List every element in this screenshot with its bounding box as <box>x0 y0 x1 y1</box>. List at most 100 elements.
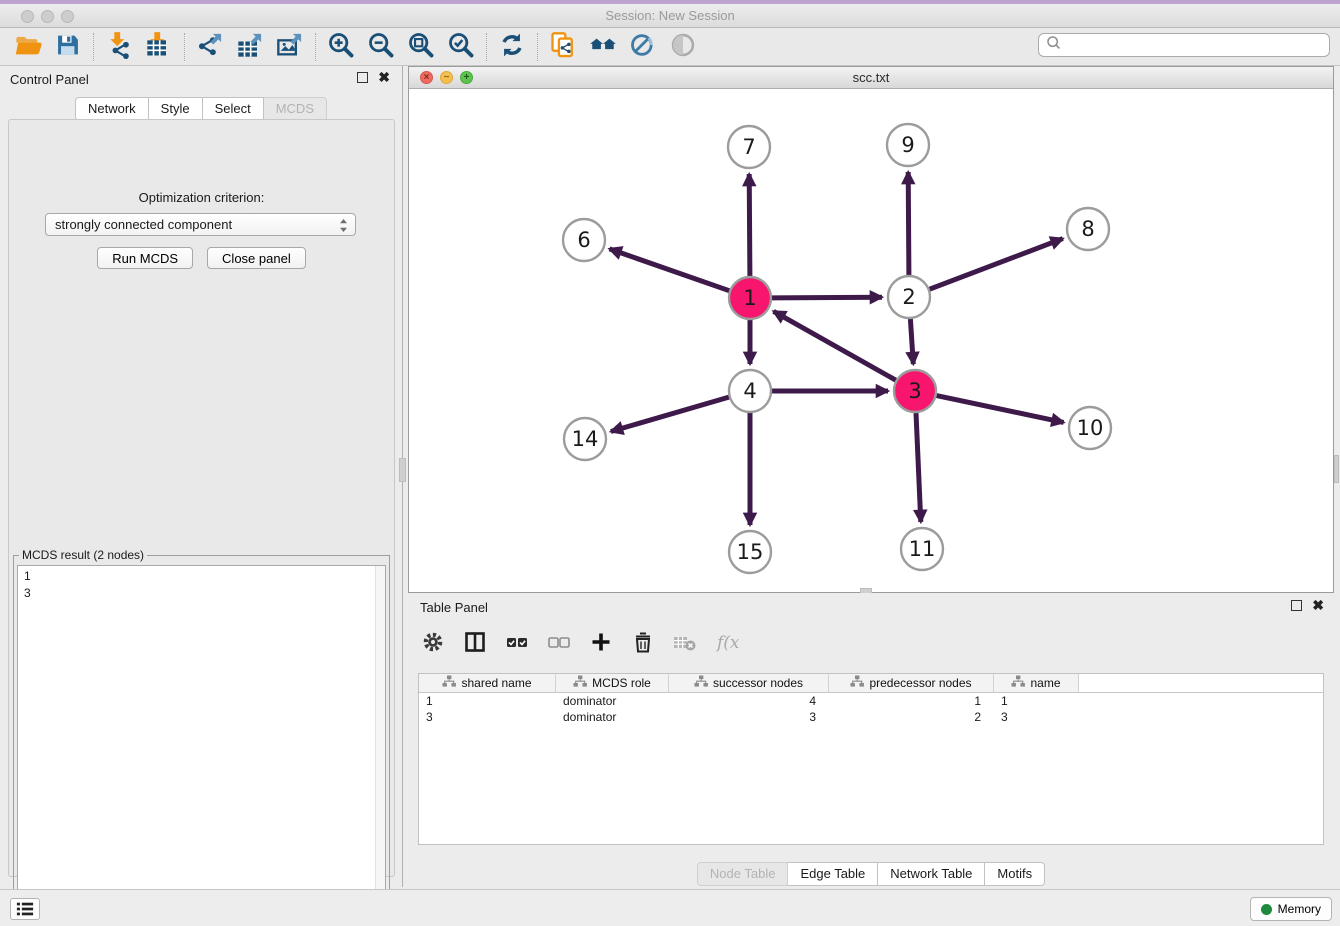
close-table-panel-icon[interactable]: ✖ <box>1312 600 1324 611</box>
tab-motifs[interactable]: Motifs <box>985 862 1045 886</box>
edge-1-7[interactable] <box>749 174 750 276</box>
tab-network-table[interactable]: Network Table <box>878 862 985 886</box>
mcds-result-text[interactable]: 1 3 <box>17 565 386 922</box>
tab-mcds[interactable]: MCDS <box>264 97 327 121</box>
select-all-button[interactable] <box>502 628 532 658</box>
result-scrollbar[interactable] <box>375 566 385 921</box>
node-4[interactable]: 4 <box>729 370 771 412</box>
node-2[interactable]: 2 <box>888 276 930 318</box>
duplicate-network-button[interactable] <box>543 31 583 63</box>
tab-style[interactable]: Style <box>149 97 203 121</box>
edge-2-8[interactable] <box>930 239 1063 290</box>
tab-edge-table[interactable]: Edge Table <box>788 862 878 886</box>
duplicate-network-icon <box>549 31 577 62</box>
zoom-out-button[interactable] <box>361 31 401 63</box>
run-mcds-button[interactable]: Run MCDS <box>97 247 193 269</box>
table-panel: Table Panel ✖ f(x) shared nameMCDS roles… <box>408 593 1334 887</box>
close-panel-icon[interactable]: ✖ <box>378 72 390 83</box>
right-splitter-handle[interactable] <box>1334 455 1339 483</box>
function-builder-disabled-button: f(x) <box>712 628 742 658</box>
node-7[interactable]: 7 <box>728 126 770 168</box>
eye-disabled-button[interactable] <box>663 31 703 63</box>
zoom-selected-button[interactable] <box>441 31 481 63</box>
column-header-name[interactable]: name <box>994 674 1079 692</box>
float-table-panel-icon[interactable] <box>1291 600 1302 611</box>
export-table-button[interactable] <box>230 31 270 63</box>
column-header-predecessor-nodes[interactable]: predecessor nodes <box>829 674 994 692</box>
node-15[interactable]: 15 <box>729 531 771 573</box>
svg-text:3: 3 <box>908 379 921 403</box>
cell-name[interactable]: 1 <box>994 693 1079 709</box>
cell-MCDS-role[interactable]: dominator <box>556 693 669 709</box>
network-view-window[interactable]: × − + scc.txt 7 9 6 8 1 2 4 3 14 10 15 11 <box>408 66 1334 593</box>
cell-MCDS-role[interactable]: dominator <box>556 709 669 725</box>
node-11[interactable]: 11 <box>901 528 943 570</box>
network-canvas[interactable]: 7 9 6 8 1 2 4 3 14 10 15 11 <box>409 89 1333 592</box>
save-session-button[interactable] <box>48 31 88 63</box>
node-table[interactable]: shared nameMCDS rolesuccessor nodesprede… <box>418 673 1324 845</box>
tab-network[interactable]: Network <box>75 97 149 121</box>
edge-1-2[interactable] <box>772 297 882 298</box>
cell-predecessor-nodes[interactable]: 2 <box>829 709 994 725</box>
cell-predecessor-nodes[interactable]: 1 <box>829 693 994 709</box>
edge-2-3[interactable] <box>910 319 913 364</box>
edge-3-1[interactable] <box>774 311 896 380</box>
edge-3-11[interactable] <box>916 413 921 522</box>
left-splitter-handle[interactable] <box>399 458 406 482</box>
add-column-button[interactable] <box>586 628 616 658</box>
edge-4-14[interactable] <box>611 397 729 431</box>
node-1[interactable]: 1 <box>729 277 771 319</box>
layout-refresh-button[interactable] <box>492 31 532 63</box>
export-image-button[interactable] <box>270 31 310 63</box>
open-session-button[interactable] <box>8 31 48 63</box>
memory-status-icon <box>1261 904 1272 915</box>
export-network-button[interactable] <box>190 31 230 63</box>
column-header-MCDS-role[interactable]: MCDS role <box>556 674 669 692</box>
criterion-select[interactable]: strongly connected component <box>45 213 356 236</box>
task-history-button[interactable] <box>10 898 40 920</box>
edge-2-9[interactable] <box>908 172 909 275</box>
zoom-fit-button[interactable] <box>401 31 441 63</box>
table-row[interactable]: 3dominator323 <box>419 709 1323 725</box>
columns-button[interactable] <box>460 628 490 658</box>
edge-3-10[interactable] <box>937 396 1064 423</box>
network-view-title: scc.txt <box>409 70 1333 85</box>
import-network-button[interactable] <box>99 31 139 63</box>
node-14[interactable]: 14 <box>564 418 606 460</box>
zoom-in-button[interactable] <box>321 31 361 63</box>
tab-node-table[interactable]: Node Table <box>697 862 789 886</box>
cell-name[interactable]: 3 <box>994 709 1079 725</box>
memory-button[interactable]: Memory <box>1250 897 1332 921</box>
import-table-button[interactable] <box>139 31 179 63</box>
app-titlebar[interactable]: Session: New Session <box>0 4 1340 28</box>
cell-shared-name[interactable]: 1 <box>419 693 556 709</box>
search-input[interactable] <box>1066 38 1329 52</box>
column-header-shared-name[interactable]: shared name <box>419 674 556 692</box>
network-graph[interactable]: 7 9 6 8 1 2 4 3 14 10 15 11 <box>409 89 1333 592</box>
unselect-all-button[interactable] <box>544 628 574 658</box>
cell-shared-name[interactable]: 3 <box>419 709 556 725</box>
cell-successor-nodes[interactable]: 3 <box>669 709 829 725</box>
delete-column-button[interactable] <box>628 628 658 658</box>
gear-button[interactable] <box>418 628 448 658</box>
node-10[interactable]: 10 <box>1069 407 1111 449</box>
float-panel-icon[interactable] <box>357 72 368 83</box>
column-header-successor-nodes[interactable]: successor nodes <box>669 674 829 692</box>
table-row[interactable]: 1dominator411 <box>419 693 1323 709</box>
svg-text:10: 10 <box>1077 416 1104 440</box>
svg-text:11: 11 <box>909 537 936 561</box>
cell-successor-nodes[interactable]: 4 <box>669 693 829 709</box>
close-panel-button[interactable]: Close panel <box>207 247 306 269</box>
import-table-icon <box>145 31 173 62</box>
tab-select[interactable]: Select <box>203 97 264 121</box>
edge-1-6[interactable] <box>610 249 730 291</box>
node-6[interactable]: 6 <box>563 219 605 261</box>
node-3[interactable]: 3 <box>894 370 936 412</box>
node-9[interactable]: 9 <box>887 124 929 166</box>
hide-style-button[interactable] <box>623 31 663 63</box>
delete-table-disabled-button <box>670 628 700 658</box>
search-box[interactable] <box>1038 33 1330 57</box>
home-button[interactable] <box>583 31 623 63</box>
network-window-titlebar[interactable]: × − + scc.txt <box>409 67 1333 89</box>
node-8[interactable]: 8 <box>1067 208 1109 250</box>
